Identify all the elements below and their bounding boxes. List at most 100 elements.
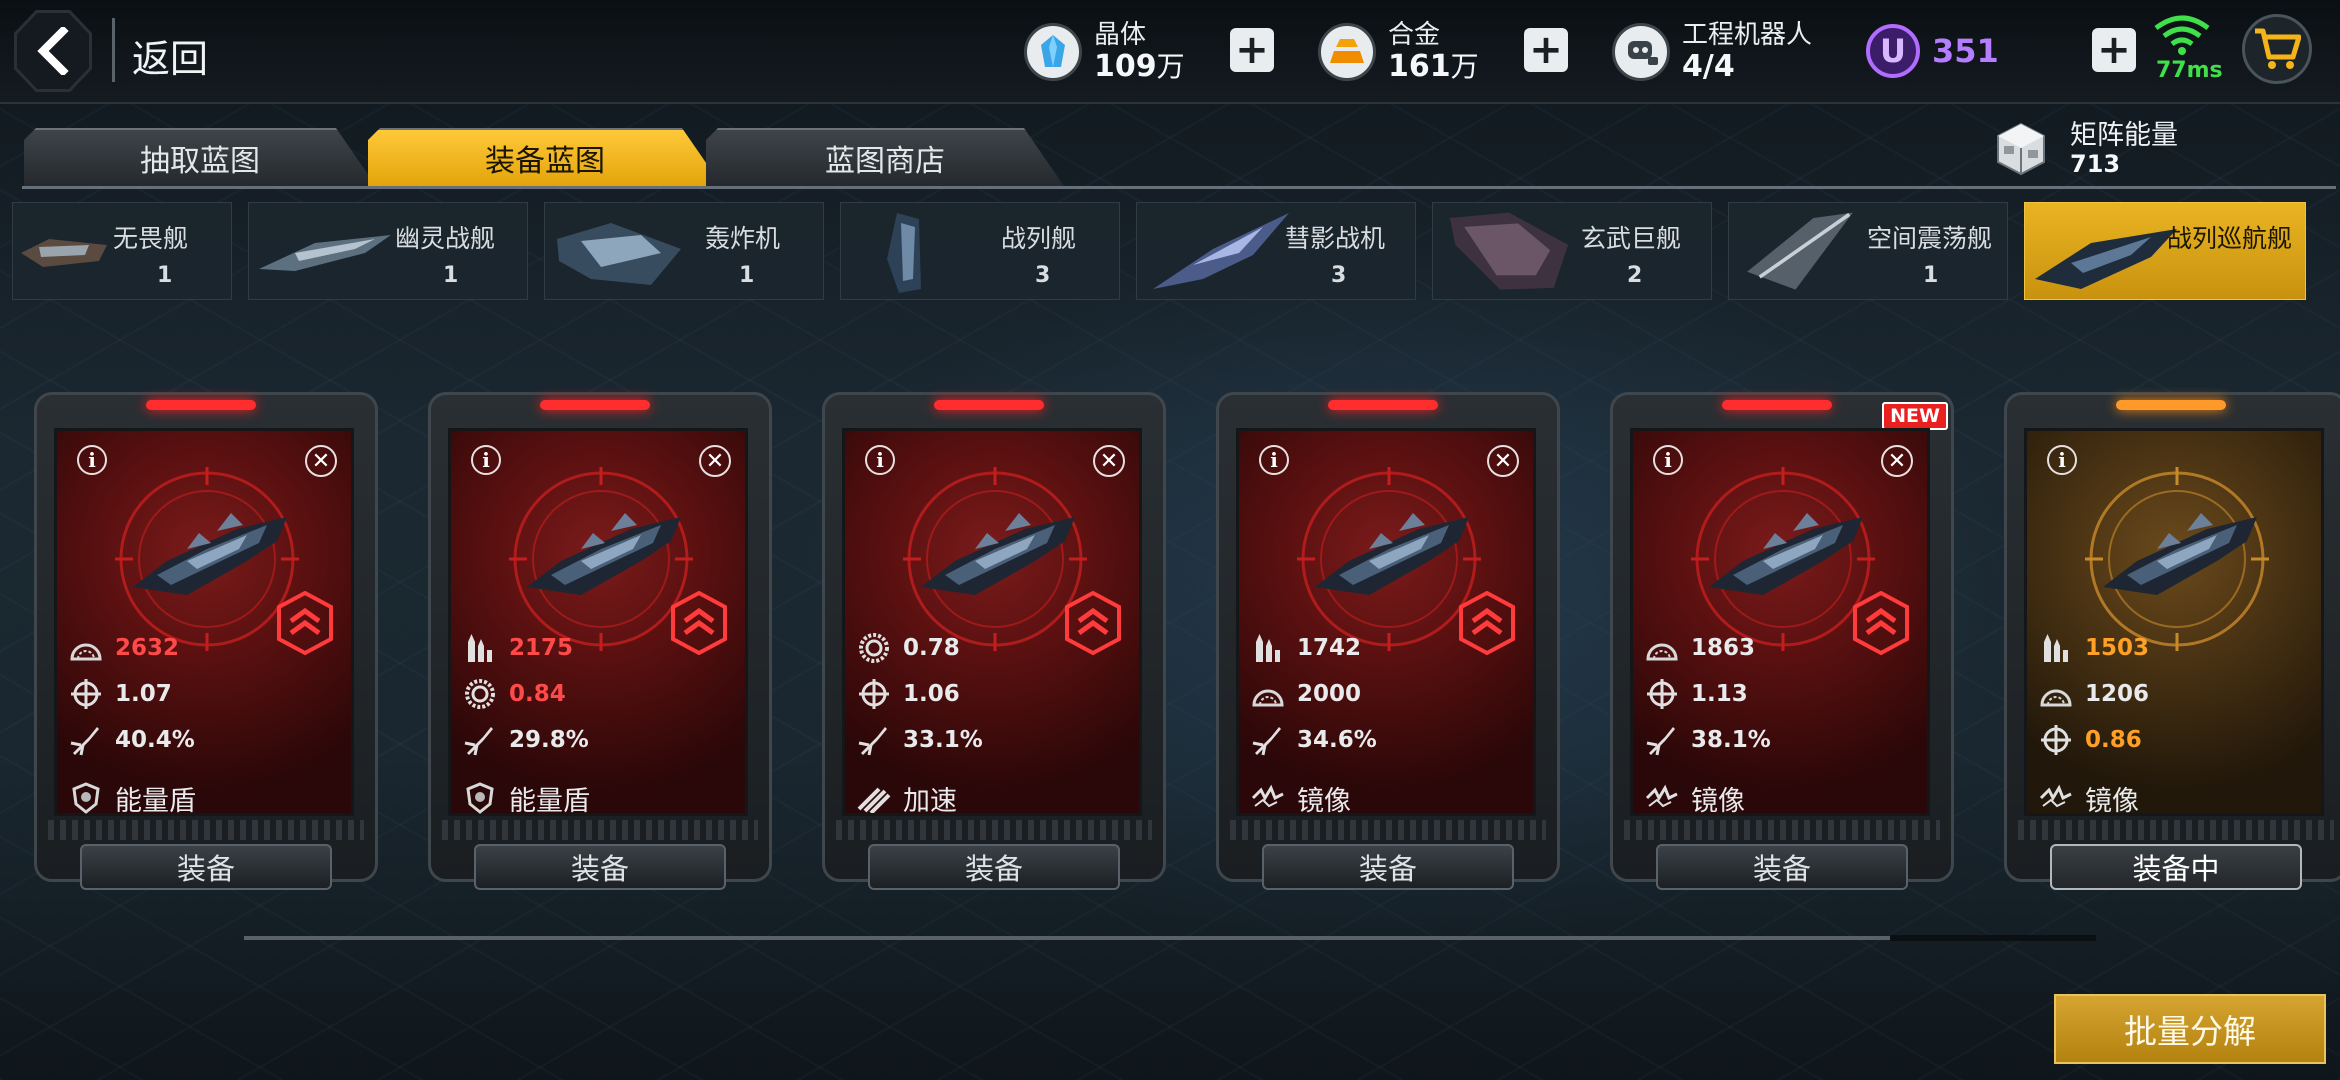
stat-value: 1.13 bbox=[1691, 681, 1748, 707]
close-icon[interactable]: ✕ bbox=[1093, 445, 1125, 477]
shop-cart-button[interactable] bbox=[2242, 14, 2312, 84]
crosshair-icon bbox=[69, 677, 103, 711]
blueprint-card[interactable]: i ✕ 2632 1.07 40.4% 能量盾 装备 bbox=[34, 392, 378, 890]
blueprint-card[interactable]: i ✕ 2175 0.84 29.8% 能量盾 装备 bbox=[428, 392, 772, 890]
equip-button[interactable]: 装备 bbox=[868, 844, 1120, 890]
equip-button[interactable]: 装备 bbox=[474, 844, 726, 890]
blueprint-card[interactable]: i 1503 1206 0.86 镜像 装备中 bbox=[2004, 392, 2340, 890]
blueprint-card[interactable]: NEW i ✕ 1863 1.13 38.1% 镜像 装备 bbox=[1610, 392, 1954, 890]
close-icon[interactable]: ✕ bbox=[305, 445, 337, 477]
scrollbar-thumb[interactable] bbox=[1890, 935, 2096, 941]
cart-icon bbox=[2255, 28, 2301, 69]
ship-type-count: 1 bbox=[443, 263, 459, 288]
card-base-decoration bbox=[1230, 820, 1546, 840]
add-crystal-button[interactable]: + bbox=[1230, 28, 1274, 72]
info-icon[interactable]: i bbox=[471, 445, 501, 475]
stat-value: 0.84 bbox=[509, 681, 566, 707]
ship-thumbnail bbox=[557, 223, 681, 285]
crystal-icon bbox=[1024, 23, 1082, 81]
shield-icon bbox=[463, 781, 497, 815]
ship-type-count: 1 bbox=[157, 263, 173, 288]
add-alloy-button[interactable]: + bbox=[1524, 28, 1568, 72]
stat-value: 0.78 bbox=[903, 635, 960, 661]
stat-value: 1742 bbox=[1297, 635, 1362, 661]
crosshair-icon bbox=[857, 677, 891, 711]
card-body: i ✕ 1863 1.13 38.1% 镜像 bbox=[1630, 428, 1930, 817]
batch-decompose-button[interactable]: 批量分解 bbox=[2054, 994, 2326, 1064]
stat-value: 1503 bbox=[2085, 635, 2150, 661]
ship-type-count: 1 bbox=[739, 263, 755, 288]
card-stat: 40.4% bbox=[69, 723, 195, 757]
scrollbar-track[interactable] bbox=[244, 936, 2096, 940]
ship-type-count: 1 bbox=[1923, 263, 1939, 288]
ship-type-name: 彗影战机 bbox=[1285, 224, 1386, 253]
tab-blueprint-shop[interactable]: 蓝图商店 bbox=[706, 128, 1064, 186]
card-indicator-light bbox=[1722, 400, 1832, 410]
stat-value: 33.1% bbox=[903, 727, 983, 753]
equip-button[interactable]: 装备 bbox=[80, 844, 332, 890]
skill-label: 能量盾 bbox=[115, 785, 196, 817]
ship-type-tab-active[interactable]: 战列巡航舰 bbox=[2024, 202, 2306, 300]
resource-name: 晶体 bbox=[1094, 20, 1147, 51]
equip-button[interactable]: 装备 bbox=[1262, 844, 1514, 890]
alloy-icon bbox=[1318, 23, 1376, 81]
info-icon[interactable]: i bbox=[1259, 445, 1289, 475]
info-icon[interactable]: i bbox=[77, 445, 107, 475]
ship-type-tab[interactable]: 无畏舰 1 bbox=[12, 202, 232, 300]
skill-label: 镜像 bbox=[1691, 785, 1745, 817]
ship-type-tab[interactable]: 轰炸机 1 bbox=[544, 202, 824, 300]
rank-chevron-icon bbox=[1459, 590, 1515, 659]
equip-button[interactable]: 装备 bbox=[1656, 844, 1908, 890]
ping-value: 77ms bbox=[2156, 58, 2223, 83]
close-icon[interactable]: ✕ bbox=[1881, 445, 1913, 477]
close-icon[interactable]: ✕ bbox=[699, 445, 731, 477]
info-icon[interactable]: i bbox=[2047, 445, 2077, 475]
card-stat: 29.8% bbox=[463, 723, 589, 757]
card-stat: 0.86 bbox=[2039, 723, 2142, 757]
stat-value: 1.06 bbox=[903, 681, 960, 707]
stat-value: 40.4% bbox=[115, 727, 195, 753]
resource-name: 合金 bbox=[1388, 20, 1441, 51]
tab-draw-blueprint[interactable]: 抽取蓝图 bbox=[24, 128, 376, 186]
shield-icon bbox=[69, 781, 103, 815]
ship-type-tab[interactable]: 玄武巨舰 2 bbox=[1432, 202, 1712, 300]
card-skill: 能量盾 bbox=[69, 781, 196, 817]
tab-equip-blueprint[interactable]: 装备蓝图 bbox=[368, 128, 722, 186]
missile-icon bbox=[1645, 723, 1679, 757]
robot-icon bbox=[1612, 23, 1670, 81]
resource-alloy: 合金 161万 bbox=[1318, 14, 1479, 90]
mirror-icon bbox=[2039, 781, 2073, 815]
card-base-decoration bbox=[2018, 820, 2334, 840]
stat-value: 29.8% bbox=[509, 727, 589, 753]
close-icon[interactable]: ✕ bbox=[1487, 445, 1519, 477]
back-button[interactable] bbox=[14, 10, 92, 92]
blueprint-card[interactable]: i ✕ 0.78 1.06 33.1% 加速 装备 bbox=[822, 392, 1166, 890]
equip-button[interactable]: 装备中 bbox=[2050, 844, 2302, 890]
ship-type-tab[interactable]: 空间震荡舰 1 bbox=[1728, 202, 2008, 300]
chevron-left-icon bbox=[37, 27, 69, 75]
u-coin-icon: U bbox=[1866, 24, 1920, 78]
stat-value: 34.6% bbox=[1297, 727, 1377, 753]
ship-type-name: 轰炸机 bbox=[705, 224, 781, 253]
add-u-coin-button[interactable]: + bbox=[2092, 28, 2136, 72]
card-stat: 2175 bbox=[463, 631, 573, 665]
ship-thumbnail bbox=[1153, 213, 1289, 289]
info-icon[interactable]: i bbox=[865, 445, 895, 475]
armor-dome-icon bbox=[1645, 631, 1679, 665]
armor-dome-icon bbox=[69, 631, 103, 665]
top-bar: 返回 晶体 109万 + 合金 161万 + 工程机器人 4/4 U 351 + bbox=[0, 0, 2340, 104]
crosshair-icon bbox=[2039, 723, 2073, 757]
armor-dome-icon bbox=[1251, 677, 1285, 711]
ship-type-tab[interactable]: 彗影战机 3 bbox=[1136, 202, 1416, 300]
info-icon[interactable]: i bbox=[1653, 445, 1683, 475]
back-label[interactable]: 返回 bbox=[132, 28, 208, 83]
ship-type-tab[interactable]: 幽灵战舰 1 bbox=[248, 202, 528, 300]
card-indicator-light bbox=[540, 400, 650, 410]
ship-thumbnail bbox=[2035, 229, 2177, 289]
resource-value: 161万 bbox=[1388, 48, 1479, 84]
blueprint-card[interactable]: i ✕ 1742 2000 34.6% 镜像 装备 bbox=[1216, 392, 1560, 890]
card-stat: 1.13 bbox=[1645, 677, 1748, 711]
tab-underline bbox=[22, 186, 2336, 189]
card-body: i ✕ 2632 1.07 40.4% 能量盾 bbox=[54, 428, 354, 817]
ship-type-tab[interactable]: 战列舰 3 bbox=[840, 202, 1120, 300]
